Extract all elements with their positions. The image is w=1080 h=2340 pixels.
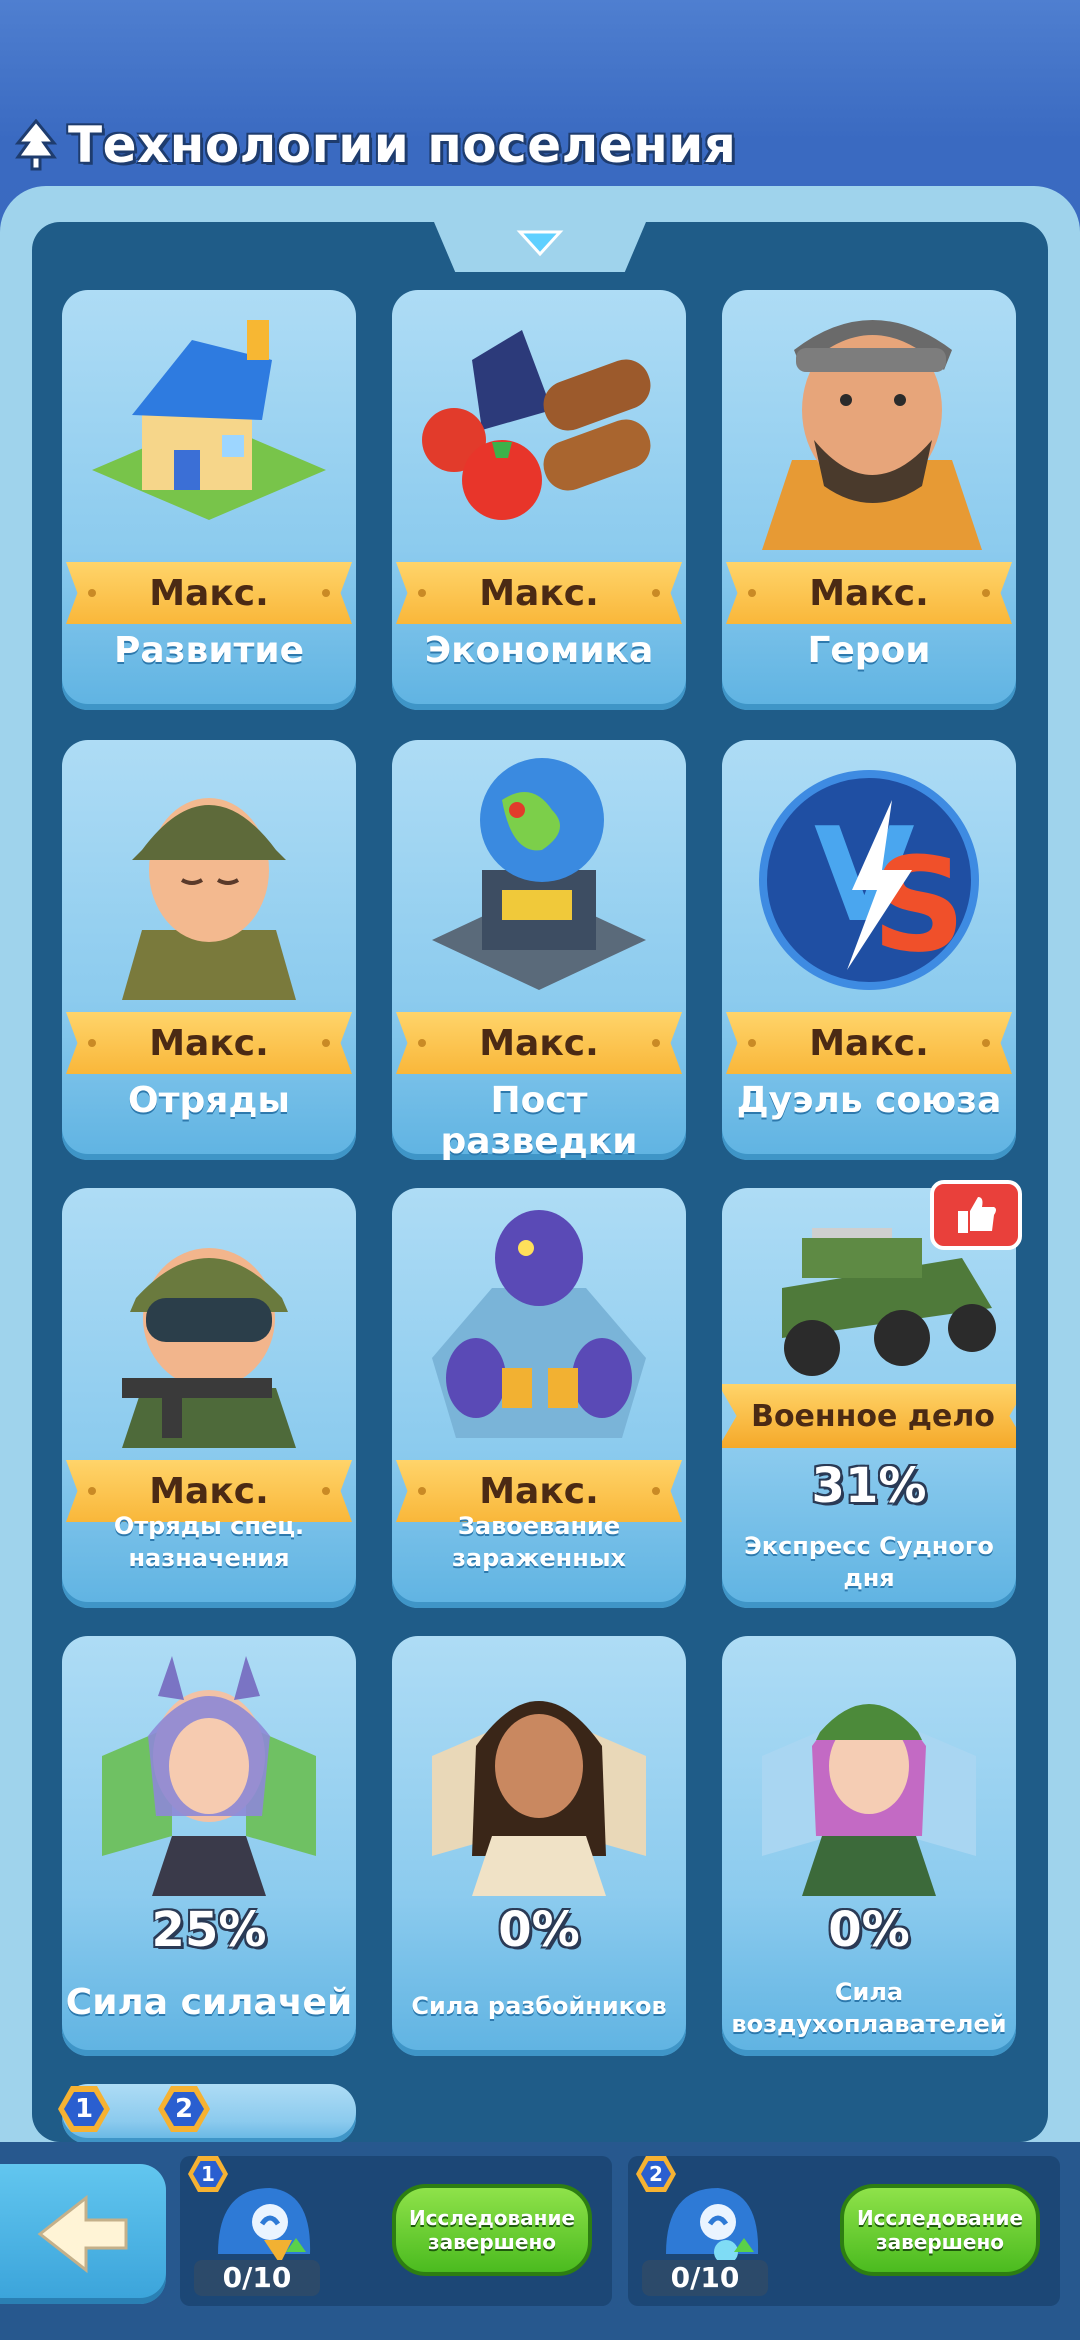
tech-card-alliance-duel[interactable]: V S Макс. Дуэль союза <box>722 740 1016 1160</box>
resources-icon <box>422 330 651 520</box>
tech-card-recon-post[interactable]: Макс. Пост разведки <box>392 740 686 1160</box>
back-button[interactable] <box>0 2164 166 2304</box>
card-label: Пост разведки <box>440 1080 638 1160</box>
card-label: Отряды спец. назначения <box>113 1512 305 1572</box>
chevron-down-icon[interactable] <box>516 228 564 258</box>
tree-icon <box>14 119 58 171</box>
status-ribbon: Макс. <box>66 562 352 624</box>
card-label: Сила воздухоплавателей <box>731 1978 1007 2038</box>
recommended-badge <box>930 1180 1022 1250</box>
tech-card-aeronauts-power[interactable]: 0% Сила воздухоплавателей <box>722 1636 1016 2056</box>
card-label: Экспресс Судного дня <box>744 1532 994 1592</box>
progress-percent: 0% <box>828 1902 910 1958</box>
research-count: 0/10 <box>642 2260 768 2296</box>
bandit-hero-icon <box>432 1701 646 1896</box>
strongman-hero-icon <box>102 1656 316 1896</box>
card-label: Завоевание зараженных <box>451 1512 627 1572</box>
progress-percent: 25% <box>151 1902 267 1958</box>
back-arrow-icon <box>37 2194 128 2274</box>
card-label: Отряды <box>128 1080 290 1121</box>
research-complete-button[interactable]: Исследование завершено <box>392 2184 592 2276</box>
page-header: Технологии поселения <box>14 110 736 180</box>
status-ribbon: Макс. <box>396 562 682 624</box>
category-ribbon: Военное дело <box>722 1384 1016 1458</box>
tech-card-bandits-power[interactable]: 0% Сила разбойников <box>392 1636 686 2056</box>
tech-card-strongmen-power[interactable]: 25% Сила силачей <box>62 1636 356 2056</box>
globe-outpost-icon <box>432 758 646 990</box>
card-label: Сила силачей <box>65 1982 353 2023</box>
progress-percent: 0% <box>498 1902 580 1958</box>
status-ribbon: Макс. <box>66 1012 352 1074</box>
zombie-icon <box>432 1210 646 1438</box>
card-label: Дуэль союза <box>736 1080 1002 1121</box>
special-soldier-icon <box>122 1248 296 1448</box>
aeronaut-hero-icon <box>762 1704 976 1896</box>
research-slot-1[interactable]: 1 0/10 Исследование завершено <box>180 2156 612 2306</box>
research-count: 0/10 <box>194 2260 320 2296</box>
card-label: Экономика <box>424 630 654 671</box>
house-icon <box>92 320 326 520</box>
soldier-icon <box>122 798 296 1000</box>
tech-card-heroes[interactable]: Макс. Герои <box>722 290 1016 710</box>
versus-icon: V S <box>759 770 979 990</box>
card-label: Развитие <box>113 630 305 671</box>
research-slot-2[interactable]: 2 0/10 Исследование завершено <box>628 2156 1060 2306</box>
tech-card-development[interactable]: Макс. Развитие <box>62 290 356 710</box>
page-title: Технологии поселения <box>68 116 737 174</box>
card-label: Сила разбойников <box>411 1992 667 2020</box>
status-ribbon: Макс. <box>726 1012 1012 1074</box>
progress-percent: 31% <box>811 1458 927 1514</box>
tech-card-infected-conquest[interactable]: Макс. Завоевание зараженных <box>392 1188 686 1608</box>
tech-card-special-forces[interactable]: Макс. Отряды спец. назначения <box>62 1188 356 1608</box>
status-ribbon: Макс. <box>726 562 1012 624</box>
tech-card-economy[interactable]: Макс. Экономика <box>392 290 686 710</box>
hero-portrait-icon <box>762 320 982 550</box>
tech-card-doomsday-express[interactable]: Военное дело 31% Экспресс Судного дня <box>722 1188 1016 1608</box>
research-complete-button[interactable]: Исследование завершено <box>840 2184 1040 2276</box>
thumbs-up-icon <box>958 1197 996 1233</box>
status-ribbon: Макс. <box>396 1012 682 1074</box>
card-label: Герои <box>807 630 931 671</box>
tech-card-troops[interactable]: Макс. Отряды <box>62 740 356 1160</box>
